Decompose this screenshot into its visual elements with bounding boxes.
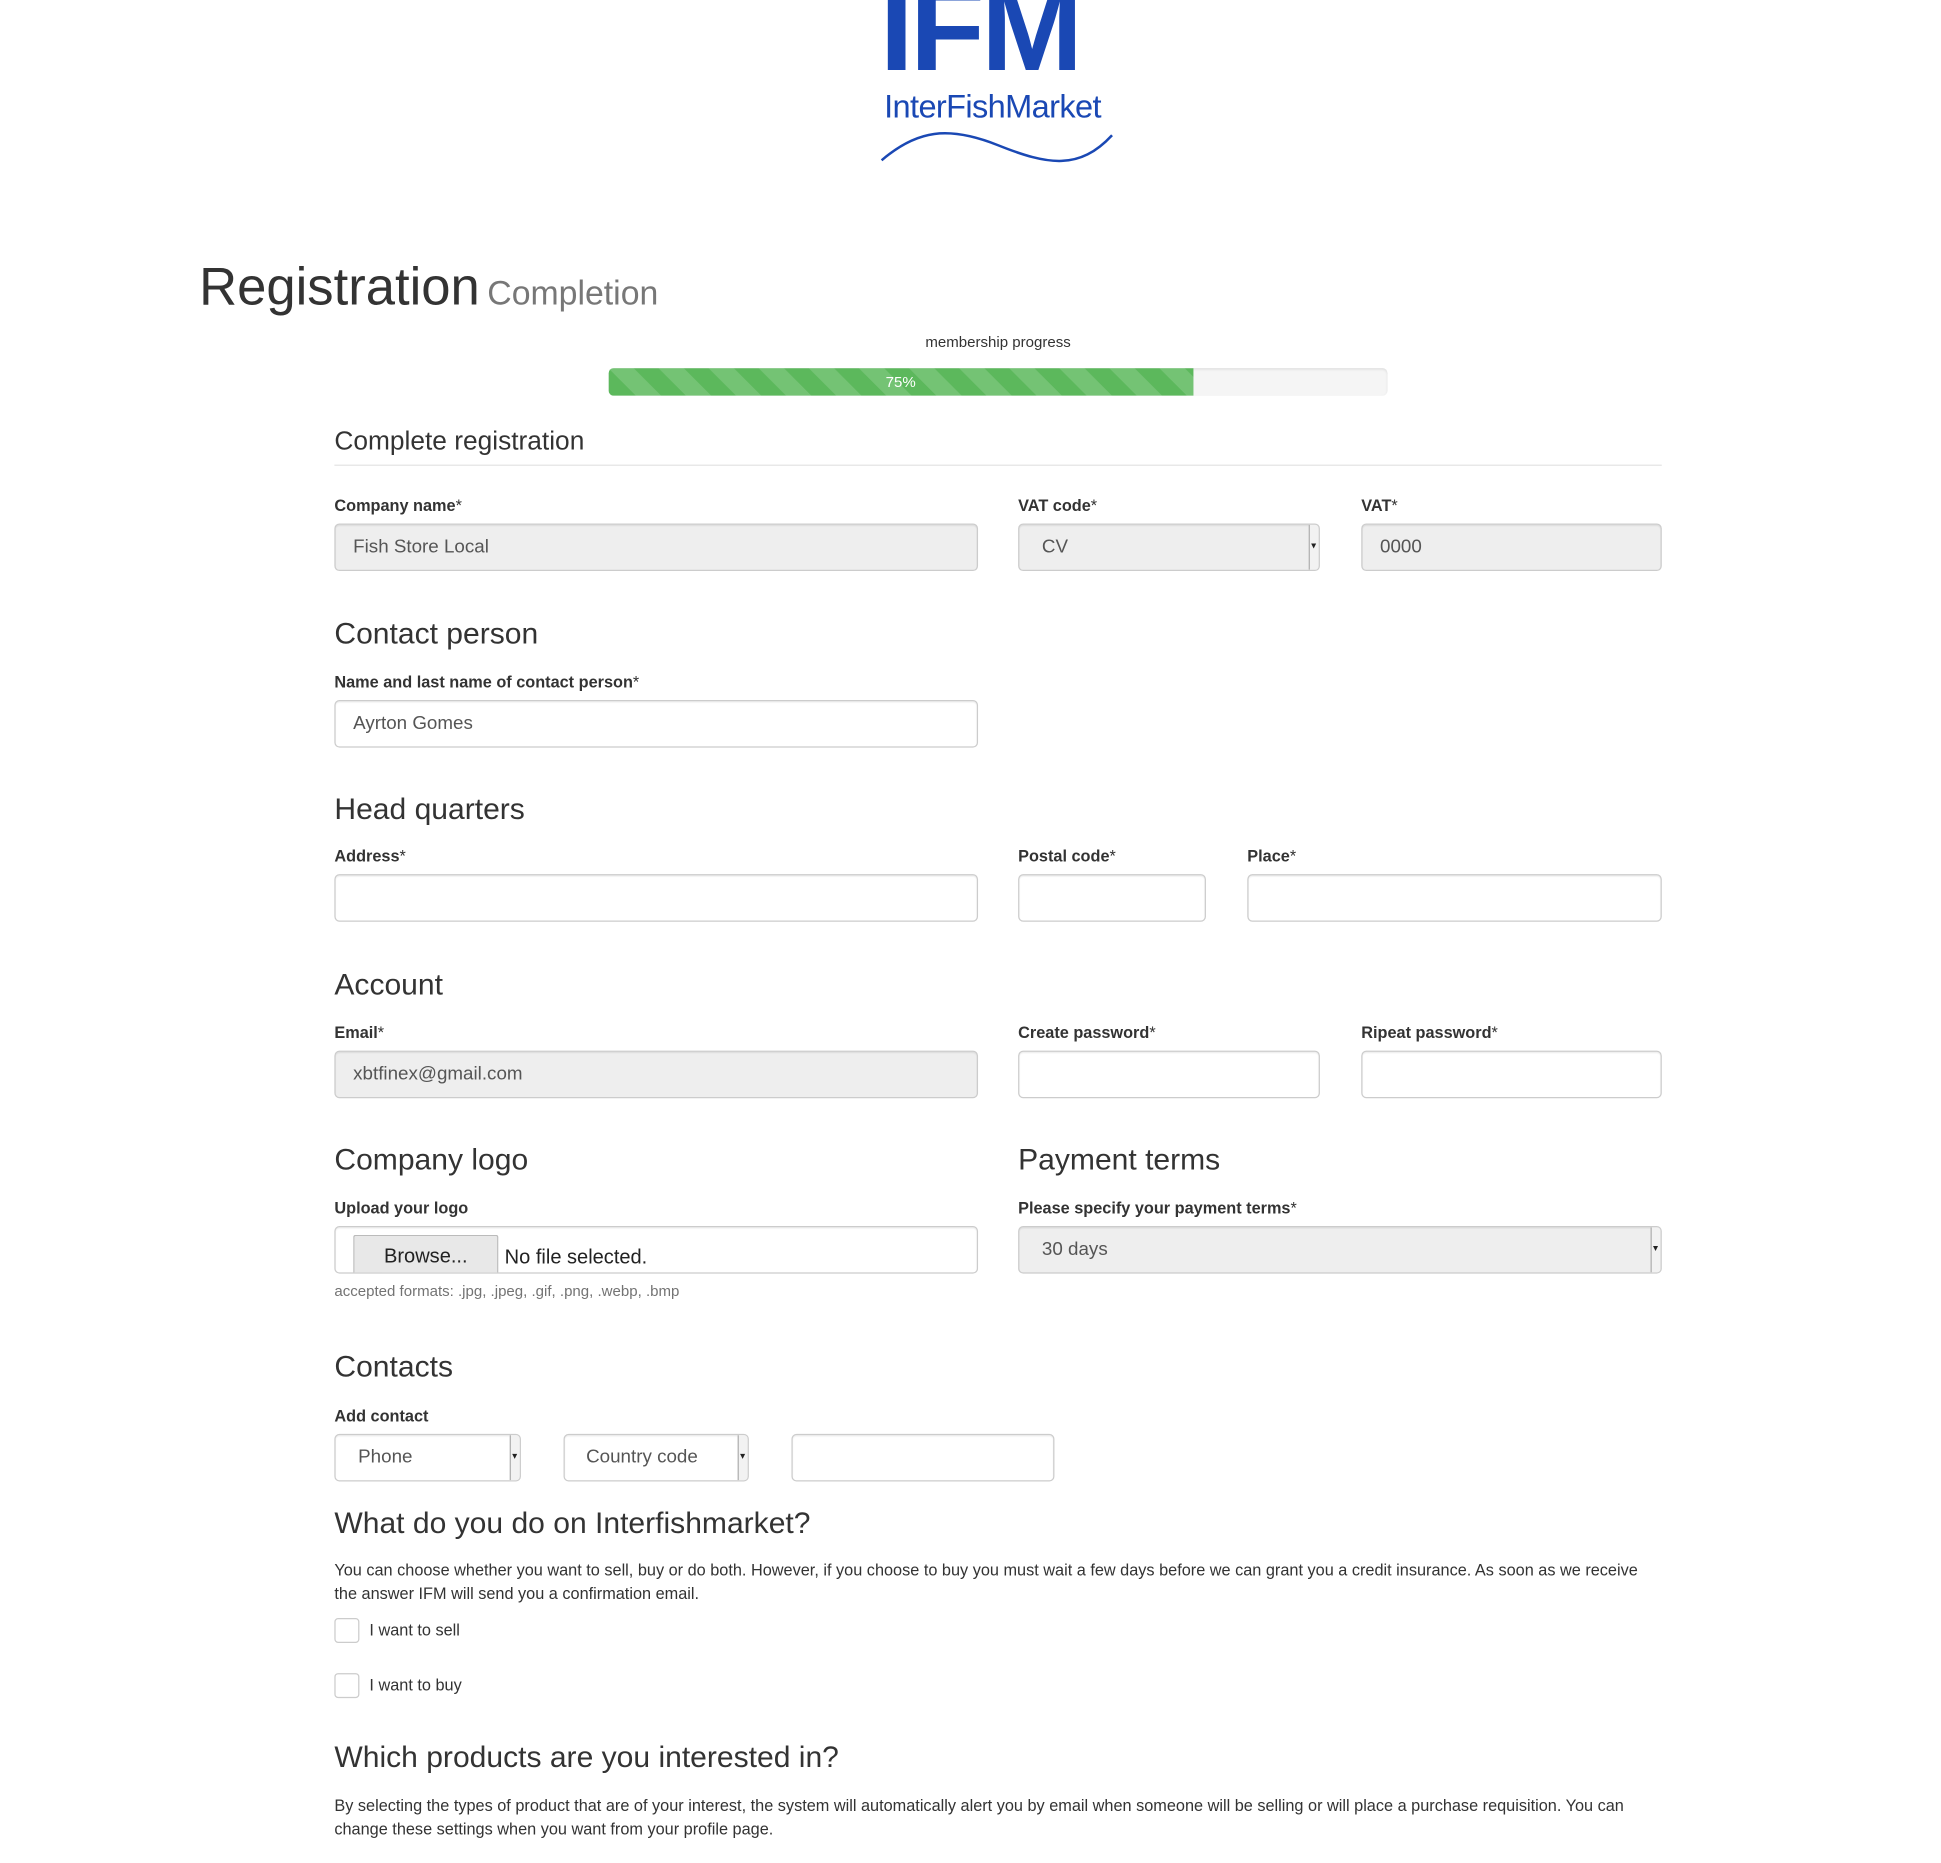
buy-checkbox[interactable]	[334, 1673, 360, 1699]
page-title-text: Registration	[199, 256, 480, 316]
progress-fill: 75%	[608, 368, 1193, 396]
address-label: Address*	[334, 846, 406, 866]
create-password-label: Create password*	[1018, 1023, 1156, 1042]
buy-checkbox-label[interactable]: I want to buy	[369, 1676, 461, 1695]
contact-type-selected: Phone	[358, 1446, 413, 1468]
vat-label: VAT*	[1361, 495, 1398, 515]
payment-terms-select[interactable]: 30 days	[1018, 1226, 1662, 1274]
create-password-field[interactable]	[1018, 1050, 1320, 1099]
country-code-select[interactable]: Country code	[563, 1433, 749, 1482]
payment-terms-label: Please specify your payment terms*	[1018, 1198, 1297, 1218]
payment-terms-heading: Payment terms	[1018, 1143, 1221, 1178]
company-name-field[interactable]: Fish Store Local	[334, 523, 979, 572]
contact-name-field[interactable]: Ayrton Gomes	[334, 700, 979, 748]
contact-person-heading: Contact person	[334, 617, 539, 652]
email-label: Email*	[334, 1023, 385, 1042]
head-quarters-heading: Head quarters	[334, 792, 525, 827]
file-status: No file selected.	[504, 1247, 648, 1269]
contact-number-field[interactable]	[791, 1433, 1055, 1482]
company-logo: IFM InterFishMarket	[879, 0, 1117, 175]
logo-mark: IFM	[879, 0, 1083, 97]
page-title: Registration Completion	[199, 257, 658, 317]
postal-code-label: Postal code*	[1018, 846, 1116, 866]
legend-divider	[334, 464, 1662, 466]
company-logo-heading: Company logo	[334, 1143, 529, 1178]
repeat-password-field[interactable]	[1361, 1050, 1662, 1099]
contact-type-select[interactable]: Phone	[334, 1433, 521, 1482]
logo-formats-help: accepted formats: .jpg, .jpeg, .gif, .pn…	[334, 1282, 680, 1300]
activity-description: You can choose whether you want to sell,…	[334, 1560, 1638, 1603]
vat-code-select[interactable]: CV	[1018, 523, 1320, 572]
activity-heading: What do you do on Interfishmarket?	[334, 1506, 811, 1541]
company-name-label: Company name*	[334, 495, 462, 515]
vat-code-label: VAT code*	[1018, 495, 1098, 515]
payment-terms-selected: 30 days	[1041, 1238, 1108, 1260]
wave-icon	[880, 132, 1113, 163]
chevron-down-icon	[737, 1435, 748, 1481]
chevron-down-icon	[1650, 1227, 1661, 1273]
vat-code-selected: CV	[1041, 535, 1069, 558]
postal-code-field[interactable]	[1018, 874, 1206, 922]
progress-label: membership progress	[925, 333, 1071, 351]
account-heading: Account	[334, 968, 443, 1002]
country-code-selected: Country code	[586, 1446, 698, 1468]
sell-checkbox[interactable]	[334, 1617, 360, 1644]
products-description: By selecting the types of product that a…	[334, 1795, 1624, 1839]
email-field[interactable]: xbtfinex@gmail.com	[334, 1050, 979, 1099]
browse-button[interactable]: Browse...	[353, 1234, 499, 1273]
add-contact-label: Add contact	[334, 1406, 429, 1426]
upload-logo-label: Upload your logo	[334, 1198, 469, 1218]
address-field[interactable]	[334, 874, 979, 922]
chevron-down-icon	[509, 1435, 520, 1481]
products-heading: Which products are you interested in?	[334, 1740, 839, 1775]
contacts-heading: Contacts	[334, 1349, 453, 1384]
vat-field[interactable]: 0000	[1361, 523, 1662, 572]
place-label: Place*	[1247, 846, 1297, 866]
repeat-password-label: Ripeat password*	[1361, 1023, 1498, 1042]
logo-file-input[interactable]: Browse... No file selected.	[334, 1226, 979, 1274]
place-field[interactable]	[1247, 874, 1662, 922]
page-subtitle: Completion	[487, 274, 659, 312]
chevron-down-icon	[1308, 524, 1319, 570]
membership-progress-bar: 75%	[608, 368, 1388, 396]
contact-name-label: Name and last name of contact person*	[334, 672, 640, 692]
complete-registration-legend: Complete registration	[334, 427, 585, 456]
sell-checkbox-label[interactable]: I want to sell	[369, 1620, 459, 1639]
